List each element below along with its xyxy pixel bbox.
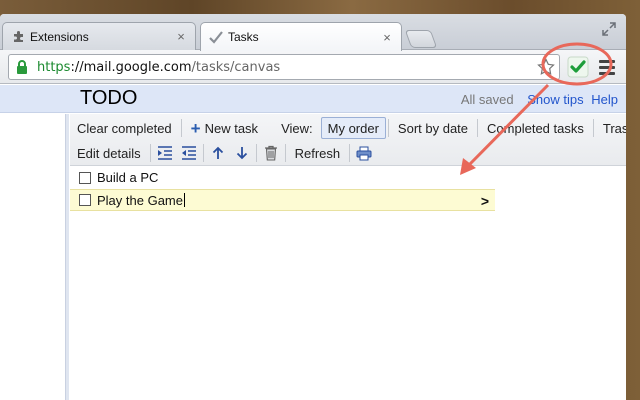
tab-tasks[interactable]: Tasks × xyxy=(200,22,402,51)
tab-label: Extensions xyxy=(30,29,89,44)
new-task-label: New task xyxy=(204,120,259,136)
browser-toolbar: https://mail.google.com/tasks/canvas xyxy=(0,50,626,84)
toolbar-row-2: Edit details Refresh xyxy=(70,141,376,165)
show-tips-link[interactable]: Show tips xyxy=(527,92,583,107)
task-row[interactable]: Build a PC xyxy=(70,167,495,189)
tab-extensions[interactable]: Extensions × xyxy=(2,22,196,50)
print-icon[interactable] xyxy=(353,142,375,164)
close-icon[interactable]: × xyxy=(381,30,393,45)
new-tab-button[interactable] xyxy=(404,30,438,48)
divider xyxy=(180,119,182,137)
tasks-extension-button[interactable] xyxy=(566,55,590,79)
task-row-active[interactable]: Play the Game > xyxy=(70,189,495,211)
task-checkbox[interactable] xyxy=(79,194,91,206)
sort-by-date-button[interactable]: Sort by date xyxy=(391,117,475,139)
url-path: /tasks/canvas xyxy=(191,59,281,75)
view-label: View: xyxy=(281,120,313,136)
divider xyxy=(284,144,286,162)
puzzle-icon xyxy=(11,30,25,44)
completed-tasks-button[interactable]: Completed tasks xyxy=(480,117,591,139)
my-order-button[interactable]: My order xyxy=(320,117,386,139)
bookmark-star-icon[interactable] xyxy=(537,58,555,76)
header-bar: TODO All saved Show tips Help xyxy=(0,85,626,113)
url-text: https://mail.google.com/tasks/canvas xyxy=(37,60,280,75)
text-cursor xyxy=(184,193,185,207)
task-checkbox[interactable] xyxy=(79,171,91,184)
browser-window: Extensions × Tasks × https://mail.google… xyxy=(0,14,626,400)
tab-label: Tasks xyxy=(228,30,259,44)
task-title[interactable]: Build a PC xyxy=(97,170,158,185)
trash-icon[interactable] xyxy=(260,142,282,164)
url-host: mail.google.com xyxy=(83,59,192,75)
page-title: TODO xyxy=(80,87,138,109)
tasks-check-icon xyxy=(209,30,223,44)
help-link[interactable]: Help xyxy=(591,92,618,107)
trash-button[interactable]: Trash xyxy=(596,117,626,139)
lock-icon xyxy=(13,58,31,76)
address-bar[interactable]: https://mail.google.com/tasks/canvas xyxy=(8,54,560,80)
divider xyxy=(387,119,389,137)
plus-icon: + xyxy=(190,118,201,138)
fullscreen-icon[interactable] xyxy=(602,22,616,36)
edit-details-button[interactable]: Edit details xyxy=(70,142,148,164)
divider xyxy=(149,144,151,162)
task-list: Build a PC Play the Game > xyxy=(70,167,495,211)
menu-icon[interactable] xyxy=(599,57,615,77)
divider xyxy=(255,144,257,162)
header-links: All saved Show tips Help xyxy=(461,92,618,107)
outdent-icon[interactable] xyxy=(178,142,200,164)
tasks-toolbar: Clear completed + New task View: My order… xyxy=(70,114,626,166)
divider xyxy=(349,144,351,162)
move-down-icon[interactable] xyxy=(231,142,253,164)
url-scheme: https xyxy=(37,59,71,75)
move-up-icon[interactable] xyxy=(207,142,229,164)
toolbar-row-1: Clear completed + New task View: My order… xyxy=(70,116,626,140)
divider xyxy=(477,119,479,137)
url-separator: :// xyxy=(70,59,84,75)
divider xyxy=(592,119,594,137)
new-task-button[interactable]: + New task xyxy=(184,117,265,139)
close-icon[interactable]: × xyxy=(175,29,187,44)
indent-icon[interactable] xyxy=(154,142,176,164)
left-pane xyxy=(0,114,69,400)
tab-strip: Extensions × Tasks × xyxy=(0,14,626,51)
refresh-button[interactable]: Refresh xyxy=(288,142,348,164)
task-title[interactable]: Play the Game xyxy=(97,193,183,208)
save-status: All saved xyxy=(460,92,514,107)
tasks-page: TODO All saved Show tips Help Clear comp… xyxy=(0,85,626,400)
divider xyxy=(202,144,204,162)
chevron-right-icon[interactable]: > xyxy=(481,193,489,209)
clear-completed-button[interactable]: Clear completed xyxy=(70,117,179,139)
